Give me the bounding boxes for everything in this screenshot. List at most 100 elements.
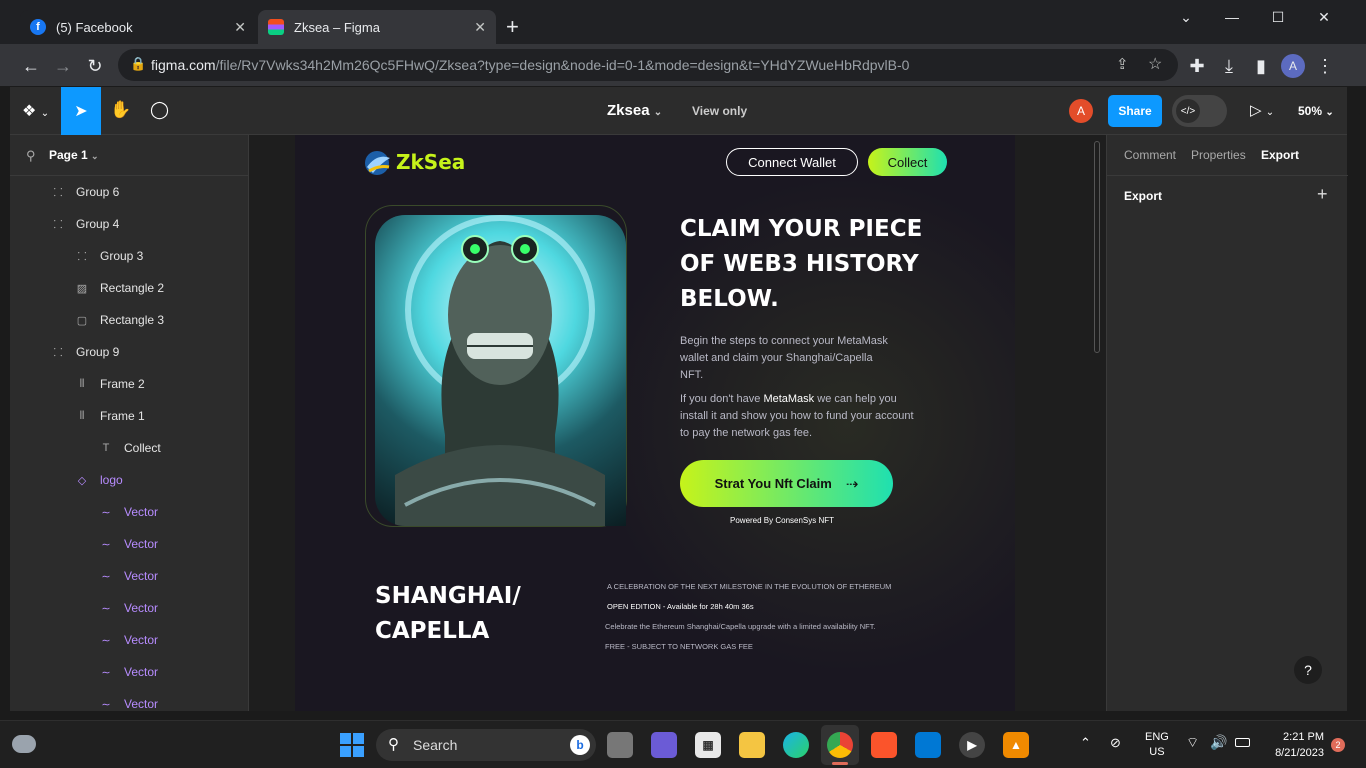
layer-item[interactable]: ⸬ Group 4 <box>10 208 248 240</box>
taskbar-search-box[interactable]: ⚲ Search b <box>376 729 596 761</box>
minimize-button[interactable]: — <box>1209 6 1255 28</box>
battery-icon[interactable] <box>1235 738 1250 747</box>
share-page-icon[interactable]: ⇪ <box>1116 55 1129 73</box>
figma-menu-icon[interactable]: ❖ ⌄ <box>22 101 49 121</box>
new-tab-button[interactable]: + <box>506 14 519 40</box>
file-explorer-icon[interactable] <box>739 732 765 758</box>
tab-figma[interactable]: Zksea – Figma ✕ <box>258 10 496 44</box>
chrome-icon[interactable] <box>827 732 853 758</box>
share-button[interactable]: Share <box>1108 95 1162 127</box>
wifi-icon[interactable]: ⌔ <box>1186 734 1199 752</box>
layers-panel: ⚲ Page 1 ⌄ ⸬ Group 6 ⸬ Group 4 ⸬ Group 3 ▨ Rect… <box>10 135 249 711</box>
media-player-icon[interactable]: ▶ <box>959 732 985 758</box>
layer-item[interactable]: ⦀ Frame 1 <box>10 400 248 432</box>
close-tab-icon[interactable]: ✕ <box>474 19 486 36</box>
start-button[interactable] <box>340 733 364 757</box>
start-nft-claim-button[interactable]: Strat You Nft Claim ⇢ <box>680 460 893 507</box>
metamask-highlight: MetaMask <box>763 393 815 405</box>
download-icon[interactable]: ⤓ <box>1217 54 1241 78</box>
info-line-open-edition: OPEN EDITION - Available for 28h 40m 36s <box>607 602 754 611</box>
user-avatar[interactable]: A <box>1069 99 1093 123</box>
connect-wallet-button[interactable]: Connect Wallet <box>726 148 858 176</box>
tab-properties[interactable]: Properties <box>1191 148 1246 162</box>
layer-text-icon: T <box>102 442 110 454</box>
vscode-icon[interactable] <box>915 732 941 758</box>
task-view-icon[interactable] <box>607 732 633 758</box>
profile-avatar[interactable]: A <box>1281 54 1305 78</box>
layer-item[interactable]: ∼ Vector <box>10 528 248 560</box>
search-icon[interactable]: ⚲ <box>26 148 36 164</box>
help-button[interactable]: ? <box>1294 656 1322 684</box>
date-label: 8/21/2023 <box>1275 747 1324 759</box>
bookmark-star-icon[interactable]: ☆ <box>1148 54 1162 74</box>
code-icon: </> <box>1176 99 1200 123</box>
layer-label: Rectangle 2 <box>100 281 165 295</box>
tab-export[interactable]: Export <box>1261 148 1299 162</box>
language-indicator[interactable]: ENG US <box>1145 730 1169 760</box>
layer-item[interactable]: ⸬ Group 6 <box>10 176 248 208</box>
weather-icon[interactable] <box>12 735 36 753</box>
canvas-scrollbar[interactable] <box>1094 141 1100 353</box>
tab-search-icon[interactable]: ⌄ <box>1163 6 1209 28</box>
layer-vector-icon: ∼ <box>101 698 111 711</box>
dev-mode-toggle[interactable]: </> <box>1172 95 1227 127</box>
layer-label: Group 4 <box>76 217 120 231</box>
language-line-2: US <box>1149 746 1165 758</box>
design-frame[interactable]: ZkSea Connect Wallet Collect CLAIM YOUR … <box>295 135 1015 711</box>
layer-item[interactable]: ▢ Rectangle 3 <box>10 304 248 336</box>
add-export-icon[interactable]: + <box>1317 184 1328 205</box>
layer-item[interactable]: ∼ Vector <box>10 560 248 592</box>
close-tab-icon[interactable]: ✕ <box>234 19 246 36</box>
close-window-button[interactable]: ✕ <box>1301 6 1347 28</box>
chrome-menu-icon[interactable]: ⋮ <box>1313 54 1337 78</box>
info-line-upgrade: Celebrate the Ethereum Shanghai/Capella … <box>605 622 876 631</box>
intro-line: Begin the steps to connect your MetaMask <box>680 335 888 347</box>
layer-item[interactable]: ◇ logo <box>10 464 248 496</box>
address-bar[interactable]: 🔒 figma.com/file/Rv7Vwks34h2Mm26Qc5FHwQ/… <box>118 49 1178 81</box>
hero-title-line-1: CLAIM YOUR PIECE <box>680 216 923 242</box>
layer-item[interactable]: ⦀ Frame 2 <box>10 368 248 400</box>
url-text: figma.com/file/Rv7Vwks34h2Mm26Qc5FHwQ/Zk… <box>151 57 910 73</box>
vlc-icon[interactable]: ▲ <box>1003 732 1029 758</box>
layer-item[interactable]: ⸬ Group 3 <box>10 240 248 272</box>
layer-item[interactable]: ⸬ Group 9 <box>10 336 248 368</box>
extensions-icon[interactable]: ✚ <box>1185 54 1209 78</box>
figma-icon <box>268 19 284 35</box>
forward-icon[interactable]: → <box>51 54 75 78</box>
file-name[interactable]: Zksea ⌄ <box>607 102 662 119</box>
layer-item[interactable]: ▨ Rectangle 2 <box>10 272 248 304</box>
store-icon[interactable]: ▦ <box>695 732 721 758</box>
collect-button[interactable]: Collect <box>868 148 947 176</box>
network-off-icon[interactable]: ⊘ <box>1110 735 1121 751</box>
layer-item[interactable]: T Collect <box>10 432 248 464</box>
present-play-icon[interactable]: ▷ ⌄ <box>1250 101 1274 119</box>
clock[interactable]: 2:21 PM 8/21/2023 <box>1264 729 1324 761</box>
tray-overflow-icon[interactable]: ⌃ <box>1080 735 1091 751</box>
hand-tool-icon[interactable]: ✋ <box>110 100 131 120</box>
reload-icon[interactable]: ↻ <box>83 54 107 78</box>
volume-icon[interactable]: 🔊 <box>1210 734 1227 751</box>
hero-title-line-2: OF WEB3 HISTORY <box>680 251 919 277</box>
edge-icon[interactable] <box>783 732 809 758</box>
side-panel-icon[interactable]: ▮ <box>1249 54 1273 78</box>
layer-item[interactable]: ∼ Vector <box>10 592 248 624</box>
brave-icon[interactable] <box>871 732 897 758</box>
layer-item[interactable]: ∼ Vector <box>10 496 248 528</box>
layer-item[interactable]: ∼ Vector <box>10 624 248 656</box>
back-icon[interactable]: ← <box>19 54 43 78</box>
page-selector[interactable]: Page 1 ⌄ <box>49 148 99 162</box>
design-canvas[interactable]: ZkSea Connect Wallet Collect CLAIM YOUR … <box>249 135 1106 711</box>
comment-tool-icon[interactable]: ◯ <box>150 100 169 120</box>
windows-taskbar: ⚲ Search b ▦ ▶ ▲ ⌃ ⊘ ENG US ⌔ 🔊 2:21 PM … <box>0 720 1366 768</box>
tab-facebook[interactable]: f (5) Facebook ✕ <box>20 10 256 44</box>
language-line-1: ENG <box>1145 731 1169 743</box>
zoom-dropdown[interactable]: 50% ⌄ <box>1298 104 1334 118</box>
teams-chat-icon[interactable] <box>651 732 677 758</box>
notification-badge[interactable]: 2 <box>1331 738 1345 752</box>
layer-item[interactable]: ∼ Vector <box>10 656 248 688</box>
move-tool-icon[interactable]: ➤ <box>61 87 101 135</box>
tab-comment[interactable]: Comment <box>1124 148 1176 162</box>
layer-item[interactable]: ∼ Vector <box>10 688 248 711</box>
maximize-button[interactable]: ☐ <box>1255 6 1301 28</box>
metamask-line: install it and show you how to fund your… <box>680 410 914 422</box>
